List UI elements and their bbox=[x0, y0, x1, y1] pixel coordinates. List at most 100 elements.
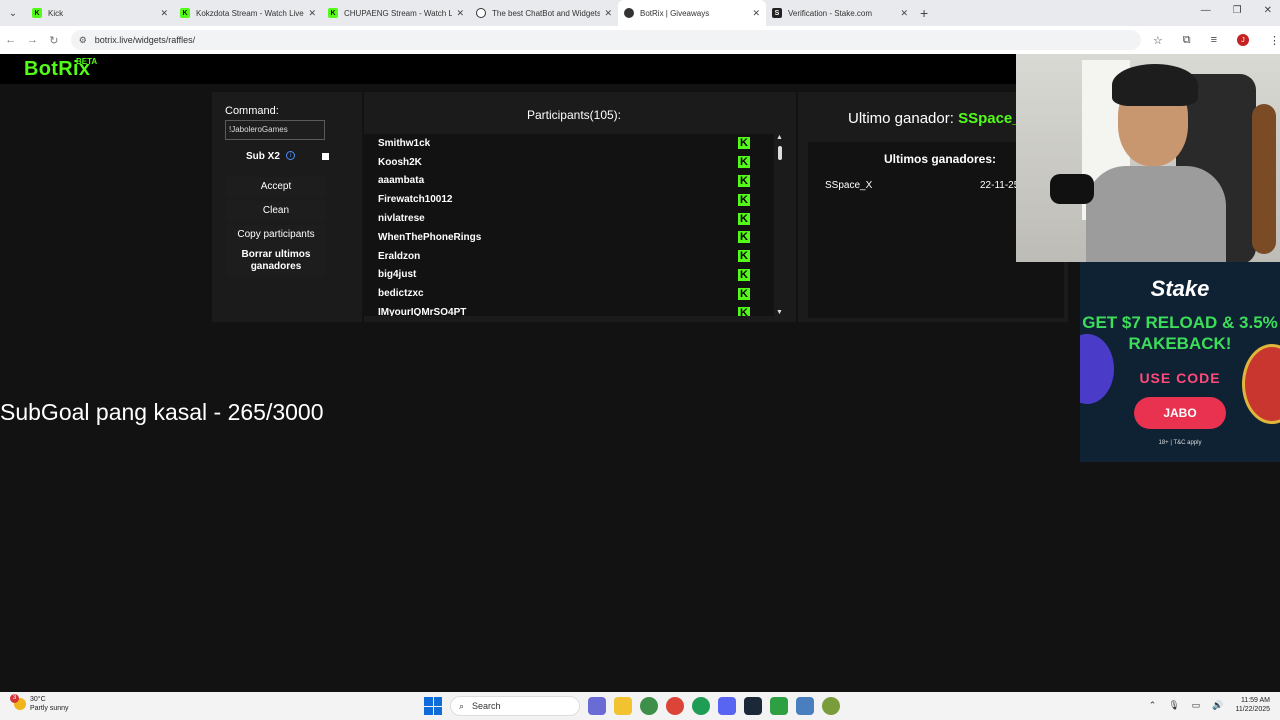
list-item: nivlatrese K bbox=[364, 209, 774, 228]
tab-title: The best ChatBot and Widgets bbox=[492, 8, 601, 18]
discord-icon[interactable] bbox=[718, 697, 736, 715]
scroll-down-icon[interactable]: ▼ bbox=[776, 309, 783, 316]
chrome-alt-icon[interactable] bbox=[692, 697, 710, 715]
command-label: Command: bbox=[225, 105, 279, 117]
clock-time: 11:59 AM bbox=[1240, 697, 1270, 704]
tab-stake-verification[interactable]: S Verification - Stake.com ✕ bbox=[766, 0, 914, 26]
participant-name: aaambata bbox=[378, 175, 425, 187]
windows-start-icon[interactable] bbox=[424, 697, 442, 715]
bookmark-star-icon[interactable]: ☆ bbox=[1153, 34, 1163, 47]
use-code-label: USE CODE bbox=[1139, 370, 1221, 386]
weather-sun-icon: 3 bbox=[10, 694, 26, 710]
clock[interactable]: 11:59 AM 11/22/2025 bbox=[1235, 696, 1270, 714]
guitar bbox=[1252, 104, 1276, 254]
command-input[interactable]: !JaboleroGames bbox=[225, 120, 325, 140]
back-icon[interactable]: ← bbox=[0, 34, 22, 46]
close-icon[interactable]: ✕ bbox=[308, 8, 316, 19]
streamer-hair bbox=[1112, 64, 1198, 106]
microphone-tray-icon[interactable]: 🎙 bbox=[1168, 700, 1179, 711]
promo-code-badge: JABO bbox=[1134, 397, 1226, 429]
info-icon[interactable]: i bbox=[286, 151, 295, 160]
chrome-icon[interactable] bbox=[666, 697, 684, 715]
tab-title: Kick bbox=[48, 8, 64, 18]
weather-widget[interactable]: 3 30°C Partly sunny bbox=[10, 694, 69, 713]
stake-ad-overlay: Stake GET $7 RELOAD & 3.5% RAKEBACK! USE… bbox=[1080, 262, 1280, 462]
volume-icon[interactable]: 🔊 bbox=[1212, 700, 1223, 711]
clear-winners-button[interactable]: Borrar ultimos ganadores bbox=[226, 246, 326, 276]
sub-x2-checkbox[interactable] bbox=[322, 153, 329, 160]
copilot-icon[interactable] bbox=[588, 697, 606, 715]
close-window-icon[interactable]: ✕ bbox=[1264, 5, 1272, 16]
scroll-up-icon[interactable]: ▲ bbox=[776, 134, 783, 141]
sub-x2-option: Sub X2 i bbox=[224, 150, 332, 166]
kick-icon: K bbox=[32, 8, 42, 18]
tab-botrix-giveaways[interactable]: BotRix | Giveaways ✕ bbox=[618, 0, 766, 26]
sub-x2-label: Sub X2 bbox=[246, 151, 280, 162]
file-explorer-icon[interactable] bbox=[614, 697, 632, 715]
kick-icon: K bbox=[738, 174, 750, 187]
tab-search-chevron-icon[interactable]: ⌄ bbox=[0, 8, 26, 19]
winner-name: SSpace_X bbox=[825, 180, 873, 191]
toolbar-icons: ☆ ⧉ ≡ J ⋮ bbox=[1153, 34, 1280, 47]
tab-chatbot[interactable]: The best ChatBot and Widgets ✕ bbox=[470, 0, 618, 26]
maximize-icon[interactable]: ❐ bbox=[1233, 5, 1242, 16]
participants-scrollbar[interactable]: ▲ ▼ bbox=[776, 134, 784, 316]
forward-icon[interactable]: → bbox=[22, 34, 44, 46]
site-info-icon[interactable]: ⚙ bbox=[79, 35, 87, 46]
stake-icon: S bbox=[772, 8, 782, 18]
list-item: Koosh2K K bbox=[364, 153, 774, 172]
close-icon[interactable]: ✕ bbox=[752, 8, 760, 19]
game-app-icon[interactable] bbox=[770, 697, 788, 715]
accept-button[interactable]: Accept bbox=[226, 177, 326, 197]
network-icon[interactable]: ▭ bbox=[1192, 700, 1201, 711]
tray-chevron-icon[interactable]: ⌃ bbox=[1149, 700, 1157, 711]
tab-title: BotRix | Giveaways bbox=[640, 8, 710, 18]
list-item: big4just K bbox=[364, 266, 774, 285]
minimize-icon[interactable]: — bbox=[1201, 5, 1211, 16]
close-icon[interactable]: ✕ bbox=[604, 8, 612, 19]
new-tab-button[interactable]: + bbox=[920, 5, 928, 21]
streamer-body bbox=[1086, 166, 1226, 262]
chrome-profile-icon[interactable] bbox=[640, 697, 658, 715]
scroll-thumb[interactable] bbox=[778, 146, 782, 160]
tab-kick[interactable]: K Kick ✕ bbox=[26, 0, 174, 26]
search-placeholder: Search bbox=[472, 701, 501, 711]
participants-title: Participants(105): bbox=[526, 108, 622, 122]
notepad-icon[interactable] bbox=[796, 697, 814, 715]
participant-name: bedictzxc bbox=[378, 288, 424, 300]
copy-participants-button[interactable]: Copy participants bbox=[226, 225, 326, 245]
winners-title: Ultimos ganadores: bbox=[884, 152, 997, 166]
temperature: 30°C bbox=[30, 696, 46, 703]
kick-icon: K bbox=[738, 212, 750, 225]
steam-icon[interactable] bbox=[744, 697, 762, 715]
subgoal-overlay-text: SubGoal pang kasal - 265/3000 bbox=[0, 399, 324, 425]
tab-chupaeng[interactable]: K CHUPAENG Stream - Watch Live ✕ bbox=[322, 0, 470, 26]
url-field[interactable]: ⚙ botrix.live/widgets/raffles/ bbox=[70, 30, 1141, 50]
participants-panel: Participants(105): Smithw1ck K Koosh2K K a… bbox=[364, 92, 796, 322]
tab-title: Verification - Stake.com bbox=[788, 8, 873, 18]
participants-list[interactable]: Smithw1ck K Koosh2K K aaambata K Firewatch1… bbox=[364, 134, 774, 316]
tab-kokzdota[interactable]: K Kokzdota Stream - Watch Live o ✕ bbox=[174, 0, 322, 26]
media-controls-icon[interactable]: ≡ bbox=[1211, 34, 1217, 46]
microphone bbox=[1050, 174, 1094, 204]
taskbar-search[interactable]: ⌕ Search bbox=[450, 696, 580, 716]
windows-taskbar: 3 30°C Partly sunny ⌕ Search ⌃ 🎙 ▭ 🔊 11:… bbox=[0, 692, 1280, 720]
kick-icon: K bbox=[738, 250, 750, 263]
participant-name: Koosh2K bbox=[378, 156, 422, 168]
participant-name: big4just bbox=[378, 269, 417, 281]
reload-icon[interactable]: ↻ bbox=[43, 34, 65, 47]
kick-icon: K bbox=[738, 306, 750, 316]
extensions-icon[interactable]: ⧉ bbox=[1183, 34, 1191, 47]
profile-avatar[interactable]: J bbox=[1237, 34, 1250, 46]
last-winner: Ultimo ganador: SSpace_X bbox=[848, 110, 1031, 127]
browser-menu-icon[interactable]: ⋮ bbox=[1269, 34, 1280, 47]
participant-name: Firewatch10012 bbox=[378, 194, 453, 206]
close-icon[interactable]: ✕ bbox=[456, 8, 464, 19]
kick-icon: K bbox=[738, 156, 750, 169]
participant-name: Smithw1ck bbox=[378, 137, 431, 149]
close-icon[interactable]: ✕ bbox=[900, 8, 908, 19]
beta-badge: BETA bbox=[76, 57, 98, 66]
clean-button[interactable]: Clean bbox=[226, 201, 326, 221]
close-icon[interactable]: ✕ bbox=[160, 8, 168, 19]
chrome-other-icon[interactable] bbox=[822, 697, 840, 715]
